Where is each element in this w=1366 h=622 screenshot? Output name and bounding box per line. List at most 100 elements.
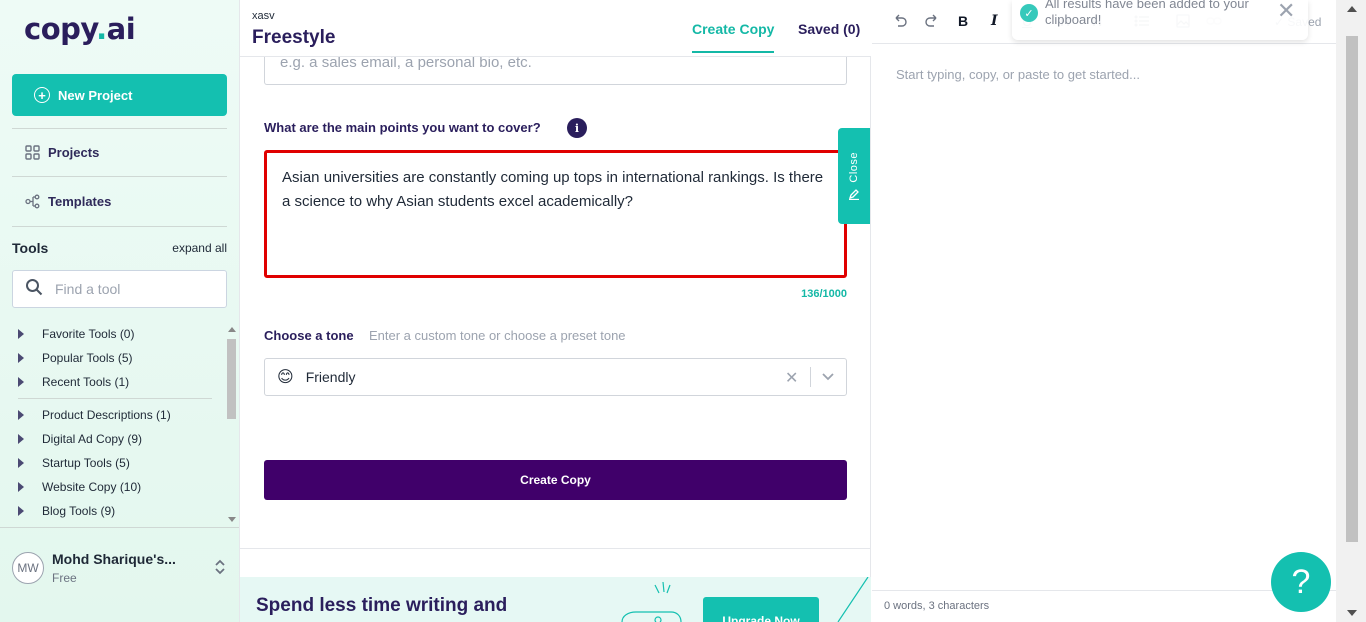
create-copy-button[interactable]: Create Copy [264, 460, 847, 500]
scroll-up-arrow-icon[interactable] [1347, 6, 1357, 12]
tool-category-label: Popular Tools (5) [42, 351, 133, 365]
page-title: Freestyle [252, 27, 336, 48]
scroll-down-arrow-icon[interactable] [228, 517, 236, 522]
new-project-button[interactable]: + New Project [12, 74, 227, 116]
caret-right-icon [18, 329, 24, 339]
tools-list: Favorite Tools (0) Popular Tools (5) Rec… [12, 322, 224, 522]
decoration-illustration [621, 581, 682, 622]
sidebar: copy.ai + New Project Projects Templates… [0, 0, 240, 622]
plus-circle-icon: + [34, 87, 50, 103]
check-icon: ✓ [1020, 4, 1038, 22]
upgrade-banner: Spend less time writing and Upgrade Now [240, 577, 871, 622]
upgrade-now-button[interactable]: Upgrade Now [703, 597, 819, 622]
sidebar-item-projects[interactable]: Projects [24, 144, 99, 160]
smiley-icon: 😊 [277, 369, 294, 386]
tool-category-label: Startup Tools (5) [42, 456, 130, 470]
user-menu[interactable]: MW Mohd Sharique's... Free [0, 527, 239, 622]
chevron-down-icon[interactable] [821, 367, 835, 390]
upgrade-banner-text: Spend less time writing and [256, 595, 508, 616]
tool-category-popular[interactable]: Popular Tools (5) [12, 346, 224, 370]
undo-icon[interactable] [892, 13, 908, 32]
tool-category-website-copy[interactable]: Website Copy (10) [12, 475, 224, 499]
caret-right-icon [18, 506, 24, 516]
tools-title: Tools [12, 240, 49, 256]
tool-category-label: Website Copy (10) [42, 480, 142, 494]
caret-right-icon [18, 482, 24, 492]
main-points-textarea[interactable]: Asian universities are constantly coming… [264, 150, 847, 278]
main-points-label: What are the main points you want to cov… [264, 120, 541, 135]
toast-message: All results have been added to your clip… [1045, 0, 1249, 27]
tool-category-favorite[interactable]: Favorite Tools (0) [12, 322, 224, 346]
editor-panel: B I U H H ✓ All results have been added … [872, 0, 1366, 622]
close-editor-tab[interactable]: Close [838, 128, 870, 224]
tools-header: Tools expand all [12, 240, 227, 256]
grid-icon [24, 144, 40, 160]
tone-select[interactable]: 😊 Friendly ✕ [264, 358, 847, 396]
pencil-icon [848, 189, 859, 201]
italic-icon[interactable]: I [991, 13, 998, 29]
bold-icon[interactable]: B [958, 13, 968, 29]
tool-category-recent[interactable]: Recent Tools (1) [12, 370, 224, 394]
clear-icon[interactable]: ✕ [785, 368, 798, 388]
app-root: copy.ai + New Project Projects Templates… [0, 0, 1366, 622]
tab-create-copy[interactable]: Create Copy [692, 21, 775, 53]
editor-footer: 0 words, 3 characters [872, 590, 1336, 622]
tool-category-digital-ad-copy[interactable]: Digital Ad Copy (9) [12, 427, 224, 451]
chevron-up-down-icon[interactable] [214, 558, 226, 578]
divider [810, 367, 811, 387]
sidebar-item-label: Templates [48, 193, 112, 209]
info-icon[interactable]: i [567, 118, 587, 138]
close-tab-label: Close [848, 151, 860, 183]
tab-saved[interactable]: Saved (0) [798, 21, 860, 37]
sidebar-item-label: Projects [48, 144, 100, 160]
clipboard-toast: ✓ All results have been added to your cl… [1012, 0, 1308, 40]
find-tool-field[interactable] [12, 270, 227, 308]
avatar: MW [12, 552, 44, 584]
tone-value: Friendly [305, 369, 356, 385]
decoration-line [837, 577, 869, 622]
divider [240, 548, 871, 549]
scroll-down-arrow-icon[interactable] [1347, 610, 1357, 616]
tool-category-product-descriptions[interactable]: Product Descriptions (1) [12, 403, 224, 427]
caret-right-icon [18, 353, 24, 363]
character-count: 136/1000 [801, 288, 847, 300]
tool-category-startup-tools[interactable]: Startup Tools (5) [12, 451, 224, 475]
user-plan: Free [52, 571, 77, 585]
scroll-thumb[interactable] [1346, 36, 1358, 542]
redo-icon[interactable] [924, 13, 940, 32]
new-project-label: New Project [58, 87, 133, 103]
tone-label: Choose a tone [264, 328, 354, 343]
tone-hint: Enter a custom tone or choose a preset t… [369, 328, 626, 343]
project-folder-name: xasv [252, 10, 275, 22]
word-count: 0 words, 3 characters [884, 600, 990, 612]
user-name: Mohd Sharique's... [52, 551, 176, 567]
divider [12, 226, 227, 227]
find-tool-input[interactable] [55, 281, 205, 297]
caret-right-icon [18, 434, 24, 444]
scroll-up-arrow-icon[interactable] [228, 327, 236, 332]
editor-placeholder[interactable]: Start typing, copy, or paste to get star… [896, 67, 1140, 82]
hierarchy-icon [24, 193, 40, 209]
tool-category-label: Blog Tools (9) [42, 504, 116, 518]
tool-category-blog-tools[interactable]: Blog Tools (9) [12, 499, 224, 522]
caret-right-icon [18, 458, 24, 468]
help-button[interactable]: ? [1271, 552, 1331, 612]
tool-category-label: Favorite Tools (0) [42, 327, 135, 341]
caret-right-icon [18, 410, 24, 420]
close-icon[interactable]: ✕ [1277, 0, 1295, 24]
divider [18, 398, 212, 399]
sidebar-item-templates[interactable]: Templates [24, 193, 111, 209]
divider [12, 128, 227, 129]
page-scrollbar[interactable] [1336, 0, 1366, 622]
main-panel: e.g. a sales email, a personal bio, etc.… [240, 0, 871, 622]
scroll-thumb[interactable] [227, 339, 236, 419]
divider [12, 176, 227, 177]
tool-category-label: Recent Tools (1) [42, 375, 130, 389]
search-icon [25, 278, 43, 301]
caret-right-icon [18, 377, 24, 387]
tools-scrollbar[interactable] [227, 327, 236, 522]
expand-all-link[interactable]: expand all [172, 241, 227, 255]
copyai-logo[interactable]: copy.ai [24, 12, 136, 46]
main-header: xasv Freestyle Create Copy Saved (0) [240, 0, 871, 57]
tool-category-label: Product Descriptions (1) [42, 408, 171, 422]
